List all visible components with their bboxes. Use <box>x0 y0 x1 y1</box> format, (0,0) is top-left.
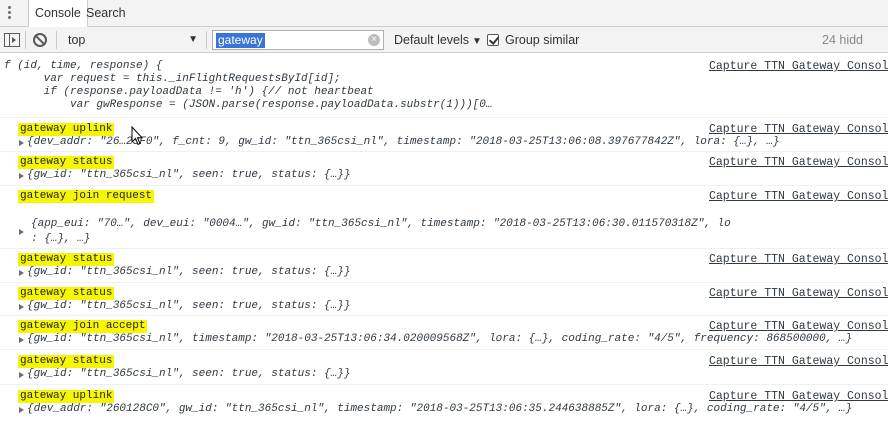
object-preview[interactable]: {gw_id: "ttn_365csi_nl", timestamp: "201… <box>27 333 852 345</box>
expand-arrow-icon[interactable] <box>19 372 24 378</box>
console-message: gateway status Capture TTN Gateway Conso… <box>0 152 888 186</box>
chevron-down-icon: ▼ <box>188 34 198 45</box>
function-preview-line: var request = this._inFlightRequestsById… <box>4 73 341 85</box>
context-selector-value: top <box>68 33 86 47</box>
function-preview[interactable]: f (id, time, response) { var request = t… <box>4 60 492 112</box>
message-label: gateway status <box>18 253 115 266</box>
console-message: f (id, time, response) { var request = t… <box>0 54 888 118</box>
expand-arrow-icon[interactable] <box>19 140 24 146</box>
object-preview[interactable]: {gw_id: "ttn_365csi_nl", seen: true, sta… <box>27 368 350 380</box>
more-menu-icon[interactable] <box>6 5 12 21</box>
clear-console-icon[interactable] <box>33 33 47 47</box>
context-selector[interactable]: top ▼ <box>62 30 202 50</box>
source-link[interactable]: Capture TTN Gateway Console <box>709 287 888 300</box>
hidden-messages-count: 24 hidd <box>822 33 864 47</box>
toolbar-divider <box>25 31 26 49</box>
console-message: gateway status Capture TTN Gateway Conso… <box>0 283 888 316</box>
message-label: gateway join request <box>18 190 155 203</box>
expand-arrow-icon[interactable] <box>19 173 24 179</box>
expand-arrow-icon[interactable] <box>19 229 24 235</box>
object-preview[interactable]: {dev_addr: "260128C0", gw_id: "ttn_365cs… <box>27 403 852 415</box>
chevron-down-icon: ▼ <box>472 36 482 47</box>
console-message: gateway status Capture TTN Gateway Conso… <box>0 249 888 283</box>
message-label: gateway status <box>18 287 115 300</box>
toolbar-divider <box>56 31 57 49</box>
function-preview-line: f (id, time, response) { <box>4 60 163 72</box>
group-similar-checkbox[interactable] <box>487 34 499 46</box>
object-preview[interactable]: {app_eui: "70…", dev_eui: "0004…", gw_id… <box>31 218 731 230</box>
function-preview-line: var gwResponse = (JSON.parse(response.pa… <box>4 99 493 111</box>
console-message: gateway join request Capture TTN Gateway… <box>0 186 888 249</box>
tab-console[interactable]: Console <box>28 0 88 28</box>
object-preview[interactable]: {gw_id: "ttn_365csi_nl", seen: true, sta… <box>27 266 350 278</box>
console-message: gateway uplink Capture TTN Gateway Conso… <box>0 385 888 422</box>
tab-search[interactable]: Search <box>80 0 132 27</box>
filter-input-value: gateway <box>216 33 265 48</box>
console-message: gateway status Capture TTN Gateway Conso… <box>0 350 888 385</box>
source-link[interactable]: Capture TTN Gateway Console <box>709 253 888 266</box>
message-label: gateway uplink <box>18 123 115 136</box>
log-levels-label: Default levels <box>394 33 470 47</box>
source-link[interactable]: Capture TTN Gateway Console <box>709 390 888 403</box>
expand-arrow-icon[interactable] <box>19 304 24 310</box>
object-preview[interactable]: {gw_id: "ttn_365csi_nl", seen: true, sta… <box>27 300 350 312</box>
toolbar-divider <box>206 31 207 49</box>
message-label: gateway status <box>18 156 115 169</box>
message-label: gateway status <box>18 355 115 368</box>
console-output: f (id, time, response) { var request = t… <box>0 54 888 422</box>
source-link[interactable]: Capture TTN Gateway Console <box>709 156 888 169</box>
function-preview-line: if (response.payloadData != 'h') {// not… <box>4 86 374 98</box>
message-label: gateway join accept <box>18 320 148 333</box>
source-link[interactable]: Capture TTN Gateway Console <box>709 355 888 368</box>
object-preview-continued[interactable]: : {…}, …} <box>31 233 90 245</box>
expand-arrow-icon[interactable] <box>19 270 24 276</box>
show-sidebar-icon[interactable] <box>4 33 20 47</box>
message-label: gateway uplink <box>18 390 115 403</box>
filter-input[interactable]: gateway × <box>212 30 384 50</box>
console-toolbar: top ▼ gateway × Default levels ▼ Group si… <box>0 27 888 53</box>
group-similar-label: Group similar <box>505 33 580 47</box>
console-message: gateway join accept Capture TTN Gateway … <box>0 316 888 350</box>
expand-arrow-icon[interactable] <box>19 337 24 343</box>
source-link[interactable]: Capture TTN Gateway Console <box>709 60 888 73</box>
devtools-tab-bar: Console Search <box>0 0 888 28</box>
source-link[interactable]: Capture TTN Gateway Console <box>709 123 888 136</box>
source-link[interactable]: Capture TTN Gateway Console <box>709 320 888 333</box>
source-link[interactable]: Capture TTN Gateway Console <box>709 190 888 203</box>
expand-arrow-icon[interactable] <box>19 407 24 413</box>
log-levels-dropdown[interactable]: Default levels ▼ <box>394 30 482 50</box>
clear-filter-icon[interactable]: × <box>368 34 380 46</box>
object-preview[interactable]: {gw_id: "ttn_365csi_nl", seen: true, sta… <box>27 169 350 181</box>
